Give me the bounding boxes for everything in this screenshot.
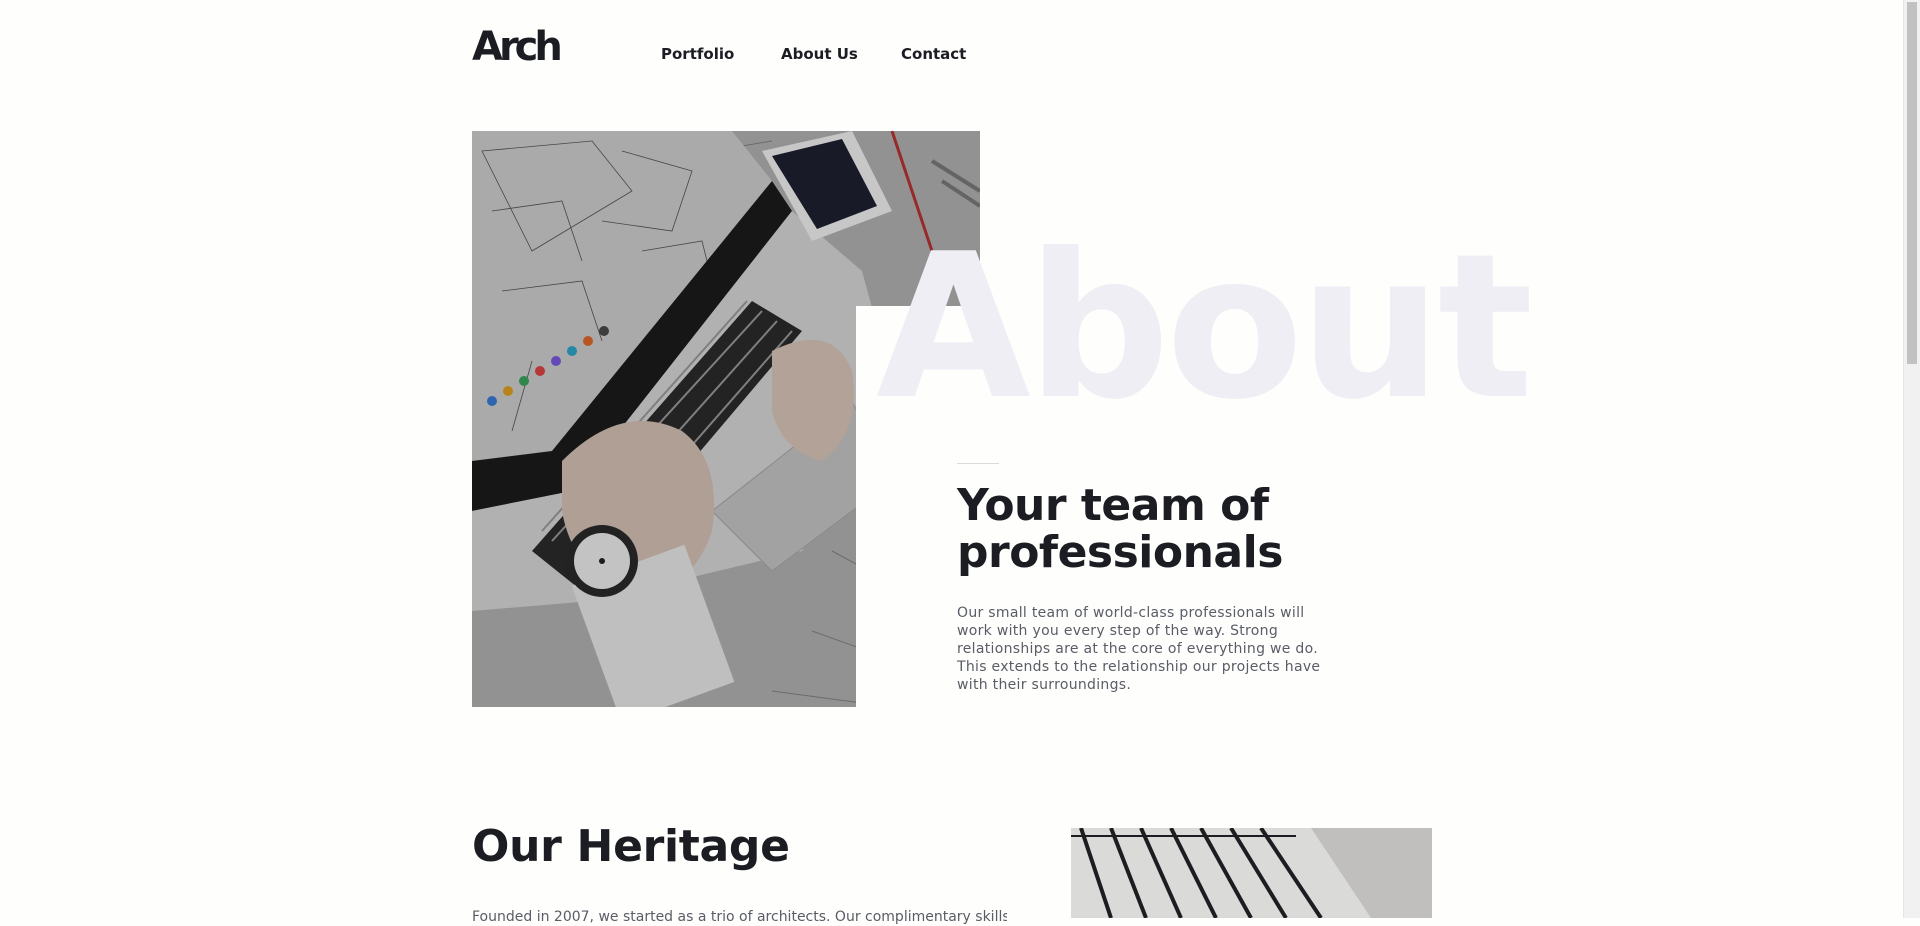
heritage-title: Our Heritage — [472, 821, 790, 872]
hero-title: Your team of professionals — [957, 480, 1283, 578]
heritage-photo — [1071, 828, 1432, 918]
logo[interactable]: Arch — [472, 22, 563, 72]
hero-description: Our small team of world-class profession… — [957, 605, 1321, 693]
building-facade-illustration — [1071, 828, 1432, 918]
nav-link-portfolio[interactable]: Portfolio — [661, 44, 734, 64]
heritage-description: Founded in 2007, we started as a trio of… — [472, 909, 1007, 925]
scrollbar-thumb[interactable] — [1907, 2, 1917, 364]
vertical-scrollbar[interactable] — [1903, 0, 1920, 918]
nav-link-contact[interactable]: Contact — [901, 44, 966, 64]
nav-link-about-us[interactable]: About Us — [781, 44, 858, 64]
divider — [957, 463, 999, 464]
